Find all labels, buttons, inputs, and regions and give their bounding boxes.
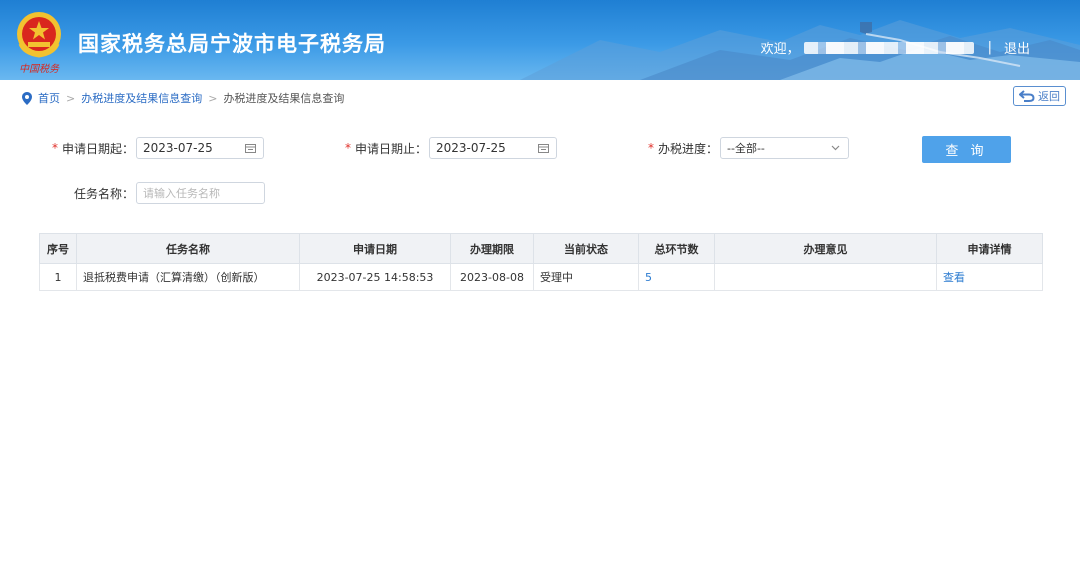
end-date-input[interactable]: 2023-07-25 bbox=[429, 137, 558, 159]
user-area: 欢迎， | 退出 bbox=[761, 38, 1030, 57]
breadcrumb: 首页 > 办税进度及结果信息查询 > 办税进度及结果信息查询 bbox=[22, 90, 344, 106]
task-name-label: 任务名称： bbox=[74, 186, 135, 201]
column-header: 办理期限 bbox=[450, 233, 534, 264]
view-detail-link[interactable]: 查看 bbox=[943, 271, 965, 284]
masked-username bbox=[803, 41, 974, 54]
progress-field: * 办税进度： --全部-- bbox=[648, 137, 850, 159]
breadcrumb-separator: > bbox=[66, 91, 76, 105]
start-date-input[interactable]: 2023-07-25 bbox=[136, 137, 265, 159]
back-arrow-icon bbox=[1019, 90, 1035, 102]
end-date-label: 申请日期止： bbox=[355, 141, 428, 156]
logout-link[interactable]: 退出 bbox=[1004, 38, 1030, 57]
tax-emblem-logo: 中国税务 bbox=[14, 10, 64, 76]
calendar-icon[interactable] bbox=[538, 143, 550, 153]
welcome-text: 欢迎， bbox=[760, 42, 800, 57]
cell-apply-date: 2023-07-25 14:58:53 bbox=[299, 263, 451, 291]
breadcrumb-separator: > bbox=[208, 91, 218, 105]
start-date-label: 申请日期起： bbox=[62, 141, 135, 156]
column-header: 序号 bbox=[39, 233, 77, 264]
progress-label: 办税进度： bbox=[658, 141, 719, 156]
header-separator: | bbox=[987, 40, 992, 55]
end-date-value: 2023-07-25 bbox=[436, 141, 506, 155]
location-pin-icon bbox=[22, 91, 32, 105]
breadcrumb-current: 办税进度及结果信息查询 bbox=[223, 92, 345, 105]
query-button[interactable]: 查 询 bbox=[922, 136, 1011, 163]
cell-task-name: 退抵税费申请（汇算清缴）（创新版） bbox=[76, 263, 300, 291]
chevron-down-icon bbox=[831, 145, 840, 151]
cell-deadline: 2023-08-08 bbox=[450, 263, 534, 291]
start-date-value: 2023-07-25 bbox=[143, 141, 213, 155]
column-header: 申请详情 bbox=[936, 233, 1043, 264]
table-row: 1 退抵税费申请（汇算清缴）（创新版） 2023-07-25 14:58:53 … bbox=[39, 263, 1043, 291]
calendar-icon[interactable] bbox=[245, 143, 257, 153]
breadcrumb-home[interactable]: 首页 bbox=[38, 90, 60, 106]
task-name-placeholder: 请输入任务名称 bbox=[143, 187, 221, 200]
results-table: 序号 任务名称 申请日期 办理期限 当前状态 总环节数 办理意见 申请详情 1 … bbox=[39, 233, 1043, 291]
column-header: 总环节数 bbox=[638, 233, 715, 264]
breadcrumb-level1[interactable]: 办税进度及结果信息查询 bbox=[81, 90, 202, 106]
end-date-field: * 申请日期止： 2023-07-25 bbox=[345, 137, 558, 159]
cell-index: 1 bbox=[39, 263, 77, 291]
task-name-input[interactable]: 请输入任务名称 bbox=[136, 182, 266, 204]
cell-opinion bbox=[714, 263, 937, 291]
column-header: 当前状态 bbox=[533, 233, 639, 264]
top-banner: 中国税务 国家税务总局宁波市电子税务局 欢迎， | 退出 bbox=[0, 0, 1080, 80]
table-header-row: 序号 任务名称 申请日期 办理期限 当前状态 总环节数 办理意见 申请详情 bbox=[39, 233, 1043, 264]
task-name-field: 任务名称： 请输入任务名称 bbox=[74, 182, 266, 204]
svg-text:中国税务: 中国税务 bbox=[19, 63, 60, 75]
column-header: 申请日期 bbox=[299, 233, 451, 264]
progress-select[interactable]: --全部-- bbox=[720, 137, 850, 159]
required-mark: * bbox=[345, 141, 351, 155]
required-mark: * bbox=[52, 141, 58, 155]
back-button[interactable]: 返回 bbox=[1013, 86, 1066, 106]
progress-selected: --全部-- bbox=[727, 142, 765, 155]
cell-steps-link[interactable]: 5 bbox=[645, 271, 652, 284]
cell-status: 受理中 bbox=[533, 263, 639, 291]
site-title: 国家税务总局宁波市电子税务局 bbox=[78, 32, 386, 56]
start-date-field: * 申请日期起： 2023-07-25 bbox=[52, 137, 265, 159]
column-header: 任务名称 bbox=[76, 233, 300, 264]
column-header: 办理意见 bbox=[714, 233, 937, 264]
required-mark: * bbox=[648, 141, 654, 155]
back-button-label: 返回 bbox=[1038, 90, 1060, 103]
